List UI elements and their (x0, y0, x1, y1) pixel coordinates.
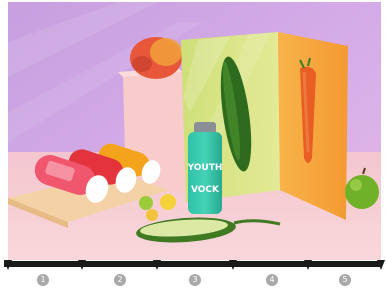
timeline-tick (78, 260, 86, 270)
timeline-tick (304, 260, 312, 270)
mango-shadow (132, 56, 152, 72)
bottle-label-line1: YOUTH (187, 163, 223, 173)
timeline-marker-2[interactable]: 2 (114, 274, 126, 286)
timeline-marker-4[interactable]: 4 (266, 274, 278, 286)
timeline-tick (153, 260, 161, 270)
yarn-ball (160, 194, 176, 210)
timeline-bar (4, 261, 382, 267)
media-viewer: YOUTH VOCK 1 2 3 4 5 (0, 0, 386, 288)
timeline-tick (229, 260, 237, 270)
green-apple (345, 175, 379, 209)
product-photo: YOUTH VOCK (8, 2, 381, 260)
timeline-tick (4, 260, 12, 270)
timeline-marker-5[interactable]: 5 (339, 274, 351, 286)
mango-highlight (150, 38, 182, 66)
timeline: 1 2 3 4 5 (0, 260, 386, 288)
timeline-tick (377, 260, 385, 270)
teal-bottle: YOUTH VOCK (187, 122, 223, 214)
yarn-ball (139, 196, 153, 210)
timeline-marker-1[interactable]: 1 (37, 274, 49, 286)
timeline-marker-3[interactable]: 3 (189, 274, 201, 286)
yarn-ball (146, 209, 158, 221)
photo-frame: YOUTH VOCK (8, 2, 381, 260)
bottle-label-line2: VOCK (191, 185, 220, 195)
apple-highlight (350, 179, 362, 191)
